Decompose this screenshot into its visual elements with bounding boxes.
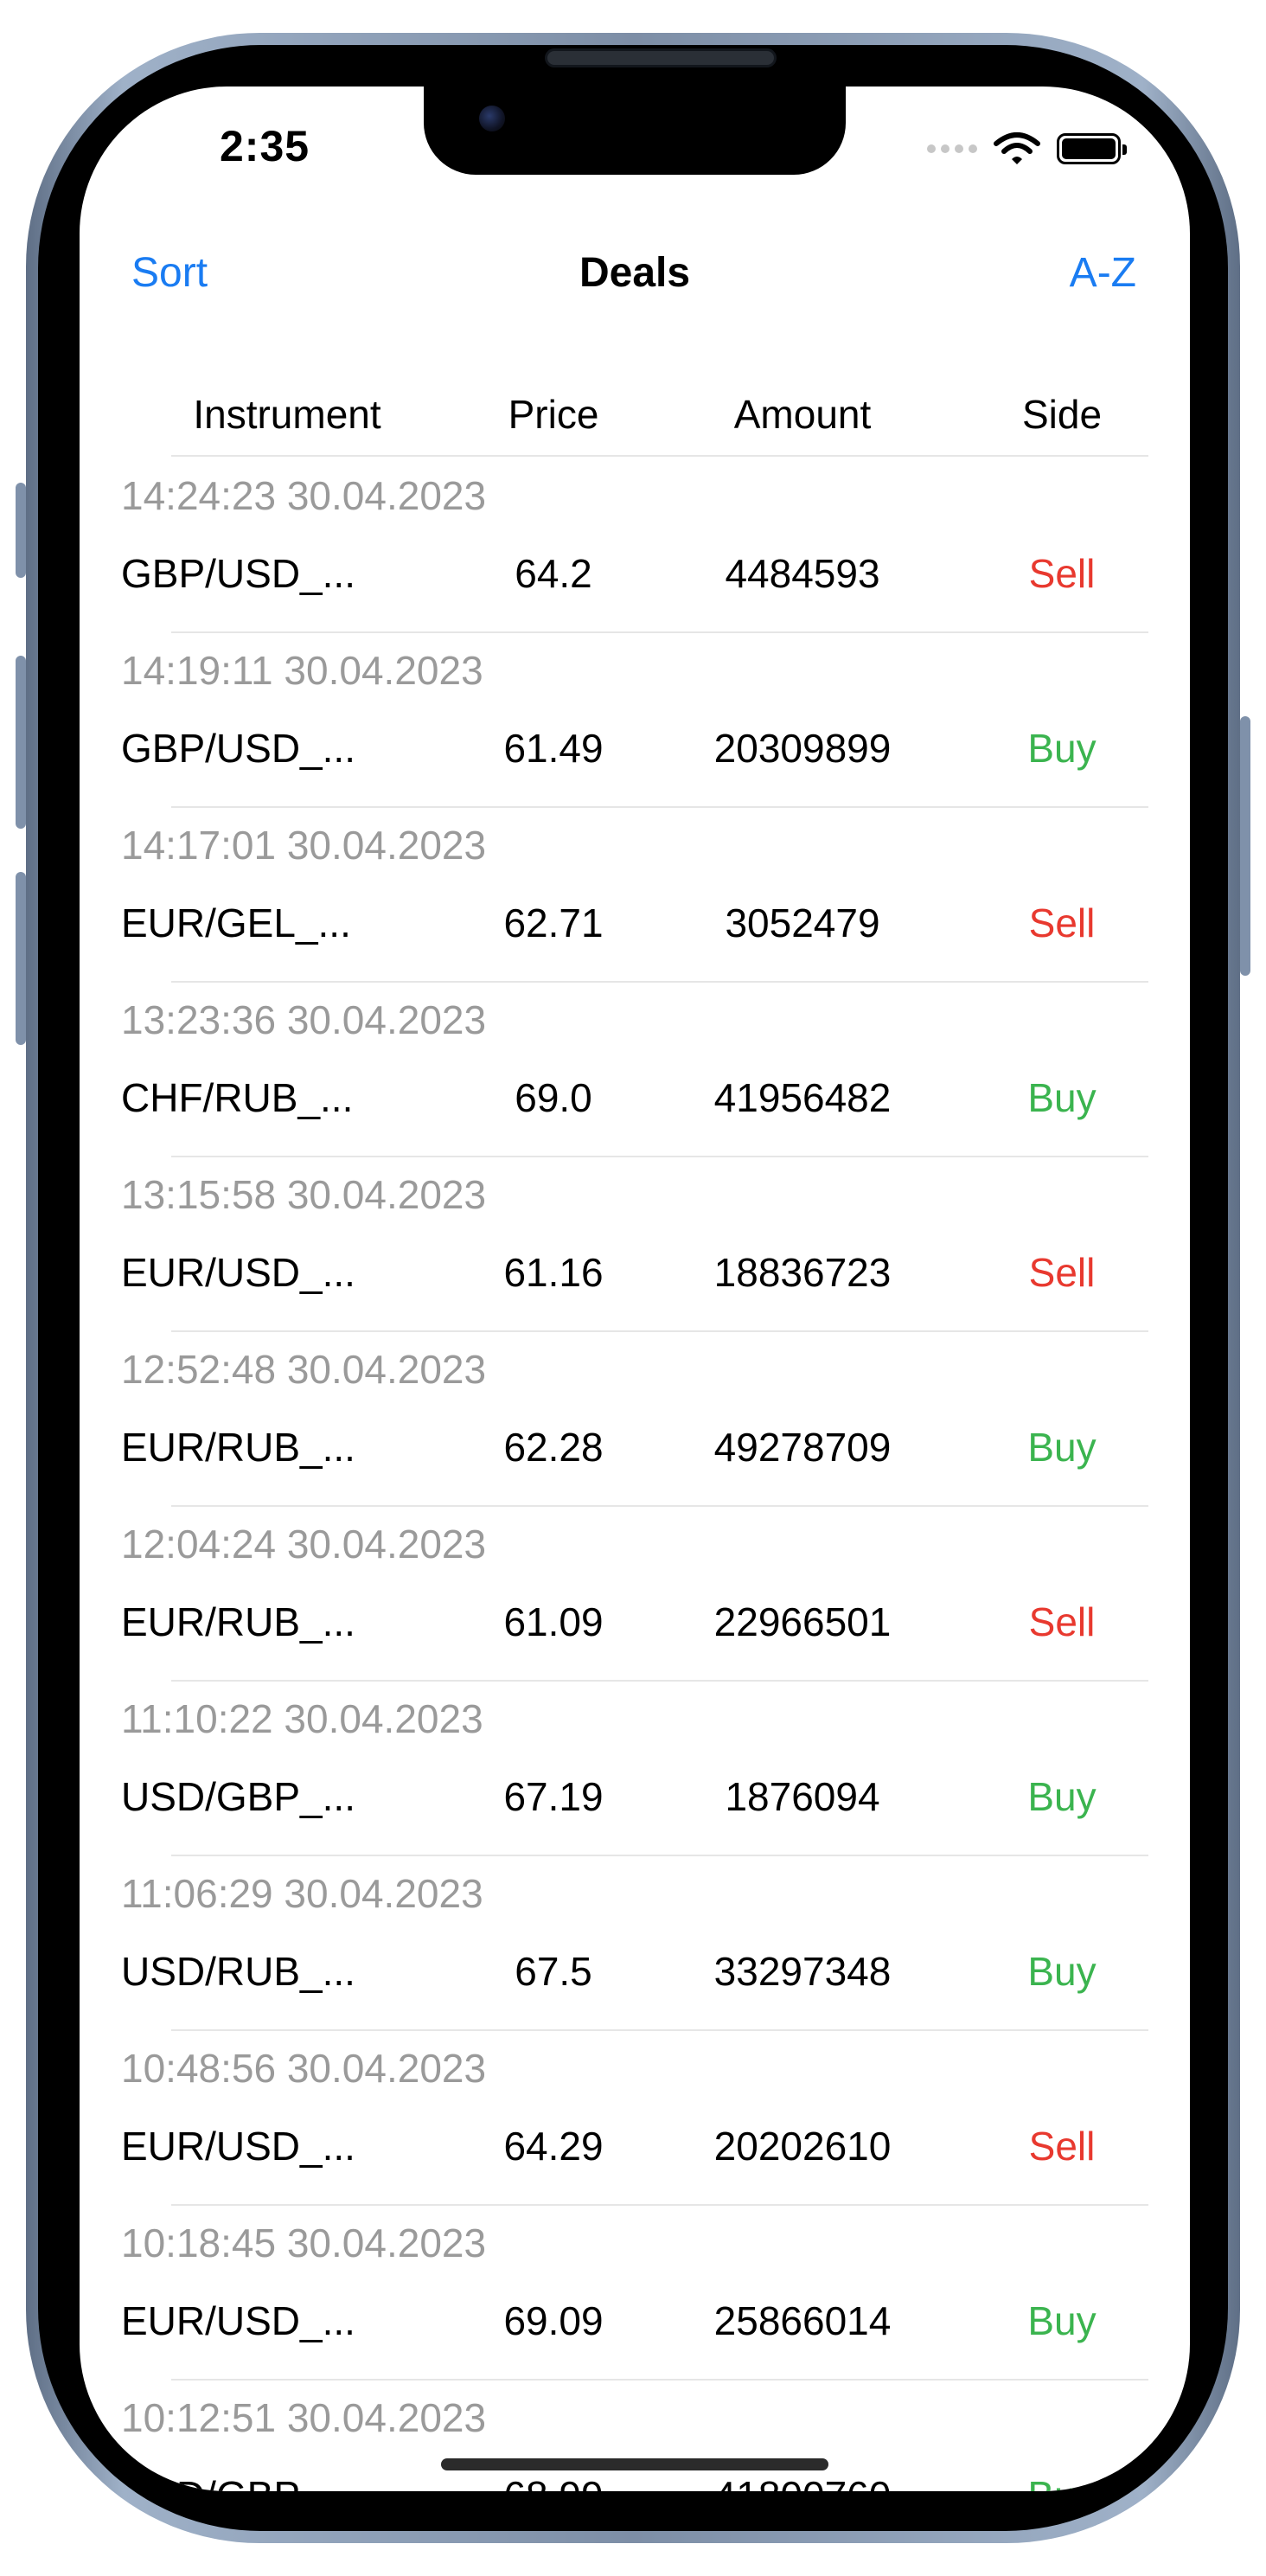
power-button [1240, 716, 1250, 976]
deal-instrument: USD/GBP_... [121, 1774, 355, 1819]
table-row[interactable]: 12:04:24 30.04.2023 EUR/RUB_... 61.09 22966… [80, 1507, 1190, 1682]
volume-down-button [16, 872, 26, 1045]
az-sort-button[interactable]: A-Z [1070, 249, 1136, 297]
deal-instrument: USD/GBP_... [121, 2472, 355, 2491]
cellular-signal-icon [927, 144, 977, 153]
volume-up-button [16, 656, 26, 829]
deal-instrument: EUR/USD_... [121, 2298, 355, 2343]
table-row[interactable]: 12:52:48 30.04.2023 EUR/RUB_... 62.28 49278… [80, 1332, 1190, 1507]
deal-time: 13:15:58 30.04.2023 [121, 1172, 487, 1217]
battery-icon [1057, 133, 1127, 164]
deal-time: 10:48:56 30.04.2023 [121, 2046, 487, 2091]
deal-amount: 41800760 [664, 2472, 941, 2491]
deal-time: 13:23:36 30.04.2023 [121, 997, 487, 1042]
table-row[interactable]: 14:17:01 30.04.2023 EUR/GEL_... 62.71 30524… [80, 808, 1190, 983]
deal-amount: 18836723 [713, 1250, 892, 1295]
deal-instrument: EUR/RUB_... [121, 1425, 355, 1470]
deal-price: 64.2 [515, 551, 592, 596]
deal-amount: 25866014 [713, 2298, 892, 2343]
deal-price: 68.99 [415, 2472, 692, 2491]
deal-side: Sell [1028, 2124, 1096, 2169]
navigation-bar: Sort Deals A-Z [80, 234, 1190, 320]
deal-side: Buy [1027, 1774, 1097, 1819]
table-header: Instrument Price Amount Side [80, 391, 1190, 457]
header-divider [171, 455, 1148, 457]
deal-time: 12:52:48 30.04.2023 [121, 1347, 487, 1392]
table-row[interactable]: 13:15:58 30.04.2023 EUR/USD_... 61.16 18836… [80, 1157, 1190, 1332]
deal-price: 61.09 [503, 1599, 604, 1644]
deal-side: Sell [1028, 1599, 1096, 1644]
column-header-price[interactable]: Price [424, 391, 683, 438]
deal-side: Buy [975, 2472, 1148, 2491]
deal-price: 67.5 [515, 1949, 592, 1994]
deal-time: 11:06:29 30.04.2023 [121, 1871, 483, 1916]
deal-price: 67.19 [503, 1774, 604, 1819]
deal-amount: 20309899 [713, 726, 892, 771]
deal-price: 61.49 [503, 726, 604, 771]
deal-amount: 20202610 [713, 2124, 892, 2169]
notch [424, 87, 846, 175]
deal-price: 62.71 [503, 900, 604, 945]
screen: 2:35 Sort Deals A-Z Instrument Price Amo… [80, 87, 1190, 2491]
deal-amount: 41956482 [713, 1075, 892, 1120]
table-row[interactable]: 10:12:51 30.04.2023 USD/GBP_... 68.9941800… [80, 2381, 1190, 2491]
deal-time: 11:10:22 30.04.2023 [121, 1696, 483, 1741]
deal-price: 69.09 [503, 2298, 604, 2343]
column-header-amount[interactable]: Amount [673, 391, 932, 438]
deal-price: 61.16 [503, 1250, 604, 1295]
table-row[interactable]: 14:24:23 30.04.2023 GBP/USD_... 64.2 448459… [80, 458, 1190, 633]
deal-side: Sell [1028, 900, 1096, 945]
table-row[interactable]: 13:23:36 30.04.2023 CHF/RUB_... 69.0 419564… [80, 983, 1190, 1157]
deal-side: Sell [1028, 551, 1096, 596]
status-time: 2:35 [220, 122, 310, 170]
status-icons [927, 131, 1127, 166]
deal-amount: 49278709 [713, 1425, 892, 1470]
deal-instrument: GBP/USD_... [121, 551, 355, 596]
deal-instrument: EUR/GEL_... [121, 900, 351, 945]
silent-switch [16, 483, 26, 578]
deal-time: 12:04:24 30.04.2023 [121, 1522, 487, 1567]
home-indicator[interactable] [441, 2458, 828, 2470]
column-header-instrument[interactable]: Instrument [157, 391, 417, 438]
page-title: Deals [579, 250, 691, 296]
deal-time: 14:19:11 30.04.2023 [121, 648, 483, 693]
deal-time: 14:17:01 30.04.2023 [121, 823, 487, 868]
table-row[interactable]: 11:06:29 30.04.2023 USD/RUB_... 67.5 332973… [80, 1856, 1190, 2031]
deal-instrument: GBP/USD_... [121, 726, 355, 771]
deal-price: 62.28 [503, 1425, 604, 1470]
deal-side: Buy [1027, 1075, 1097, 1120]
deal-time: 10:12:51 30.04.2023 [121, 2395, 487, 2440]
deal-instrument: EUR/RUB_... [121, 1599, 355, 1644]
camera-icon [479, 106, 505, 131]
table-row[interactable]: 10:18:45 30.04.2023 EUR/USD_... 69.09 25866… [80, 2206, 1190, 2381]
table-row[interactable]: 14:19:11 30.04.2023 GBP/USD_... 61.49 20309… [80, 633, 1190, 808]
deal-instrument: EUR/USD_... [121, 1250, 355, 1295]
deal-instrument: USD/RUB_... [121, 1949, 355, 1994]
deal-instrument: CHF/RUB_... [121, 1075, 354, 1120]
deal-side: Buy [1027, 1949, 1097, 1994]
deal-amount: 22966501 [713, 1599, 892, 1644]
deal-instrument: EUR/USD_... [121, 2124, 355, 2169]
wifi-icon [994, 132, 1040, 164]
deal-amount: 3052479 [725, 900, 880, 945]
earpiece-speaker [545, 48, 777, 67]
table-row[interactable]: 11:10:22 30.04.2023 USD/GBP_... 67.19 18760… [80, 1682, 1190, 1856]
deal-side: Sell [1028, 1250, 1096, 1295]
deal-amount: 33297348 [713, 1949, 892, 1994]
deal-side: Buy [1027, 2298, 1097, 2343]
deal-amount: 1876094 [725, 1774, 880, 1819]
deal-side: Buy [1027, 1425, 1097, 1470]
deal-side: Buy [1027, 726, 1097, 771]
deal-time: 10:18:45 30.04.2023 [121, 2220, 487, 2265]
column-header-side[interactable]: Side [932, 391, 1190, 438]
deal-price: 69.0 [515, 1075, 592, 1120]
deal-price: 64.29 [503, 2124, 604, 2169]
deals-list[interactable]: 14:24:23 30.04.2023 GBP/USD_... 64.2 448459… [80, 458, 1190, 2491]
deal-amount: 4484593 [725, 551, 880, 596]
table-row[interactable]: 10:48:56 30.04.2023 EUR/USD_... 64.29 20202… [80, 2031, 1190, 2206]
deal-time: 14:24:23 30.04.2023 [121, 473, 487, 518]
